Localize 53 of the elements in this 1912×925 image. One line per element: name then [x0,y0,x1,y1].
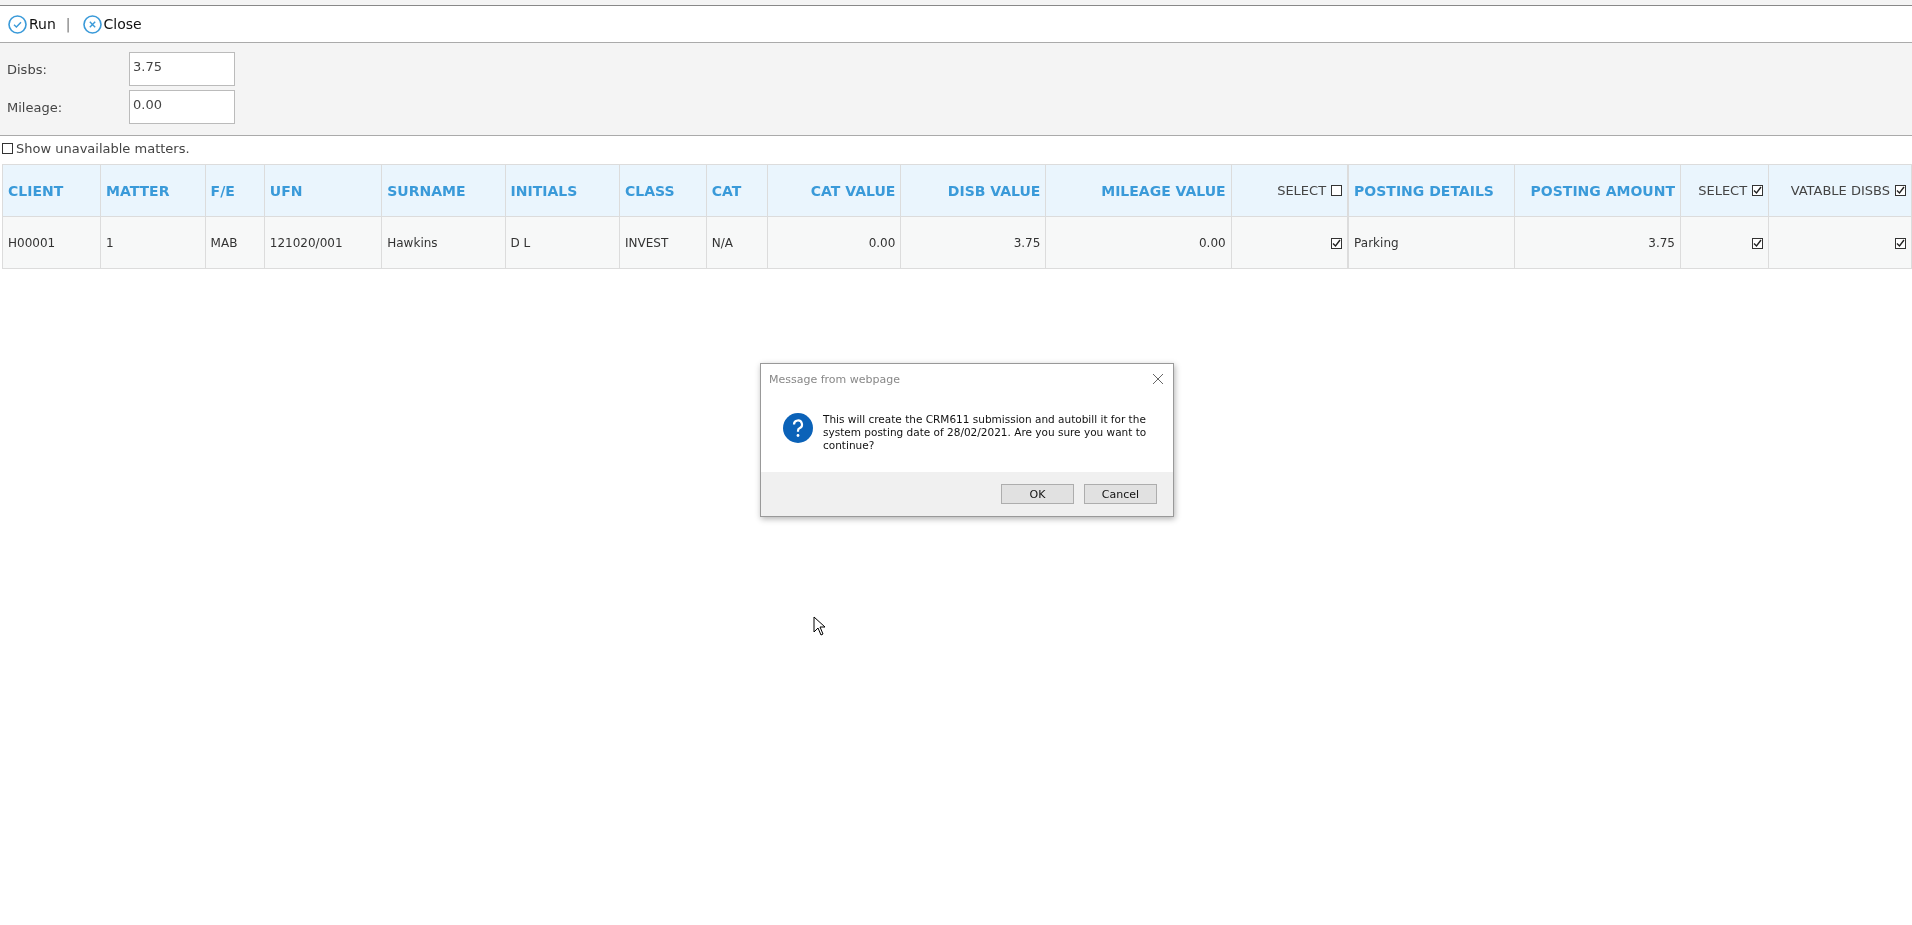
column-header: CLASS [619,164,707,217]
column-header: CLIENT [2,164,101,217]
close-icon [82,14,102,34]
checkbox[interactable] [2,142,13,154]
table-cell: D L [505,216,620,269]
dialog-message: This will create the CRM611 submission and autobill it for the system posting date of 28/02/2021. Are you sure you want to continue? [823,413,1148,452]
column-header-label: SELECT [1698,183,1748,198]
checkmark-circle-icon [8,14,27,34]
table-cell: 3.75 [1514,216,1681,269]
field-label: Disbs: [7,61,48,77]
table-cell: MAB [205,216,265,269]
column-header: INITIALS [505,164,620,217]
table-cell: 121020/001 [264,216,382,269]
checkbox[interactable] [1752,237,1764,249]
table-cell: INVEST [619,216,707,269]
amount-input[interactable]: 0.00 [129,90,235,124]
dialog-title: Message from webpage [769,372,901,386]
checkbox[interactable] [1895,237,1906,249]
column-header: SURNAME [381,164,506,217]
table-cell: Parking [1348,216,1515,269]
checkbox[interactable] [1895,185,1906,196]
column-header: F/E [205,164,265,217]
table-cell: H00001 [2,216,101,269]
table-cell: 0.00 [1045,216,1232,269]
table-cell: Hawkins [381,216,506,269]
checkbox-label: Show unavailable matters. [16,140,190,156]
ok-button[interactable]: OK [1001,484,1074,504]
column-header: UFN [264,164,382,217]
mouse-cursor-icon [813,616,826,636]
checkbox[interactable] [1331,237,1343,249]
checkbox[interactable] [1331,185,1343,196]
toolbar-separator: | [65,16,71,32]
cancel-button[interactable]: Cancel [1084,484,1157,504]
column-header: CAT [706,164,768,217]
close-icon[interactable] [1152,373,1164,385]
column-header: POSTING AMOUNT [1514,164,1681,217]
field-label: Mileage: [7,99,64,115]
checkbox[interactable] [1752,185,1764,196]
column-header-label: VATABLE DISBS [1790,183,1890,198]
column-header: POSTING DETAILS [1348,164,1515,217]
column-header: DISB VALUE [900,164,1046,217]
question-icon [783,413,813,443]
column-header: MATTER [100,164,206,217]
table-cell: 1 [100,216,206,269]
table-cell: 0.00 [767,216,901,269]
close-button[interactable]: Close [82,14,142,34]
column-header: MILEAGE VALUE [1045,164,1232,217]
run-button[interactable]: Run [8,14,56,34]
column-header-label: SELECT [1277,183,1327,198]
column-header: CAT VALUE [767,164,901,217]
table-cell: N/A [706,216,768,269]
table-cell: 3.75 [900,216,1046,269]
amount-input[interactable]: 3.75 [129,52,235,86]
